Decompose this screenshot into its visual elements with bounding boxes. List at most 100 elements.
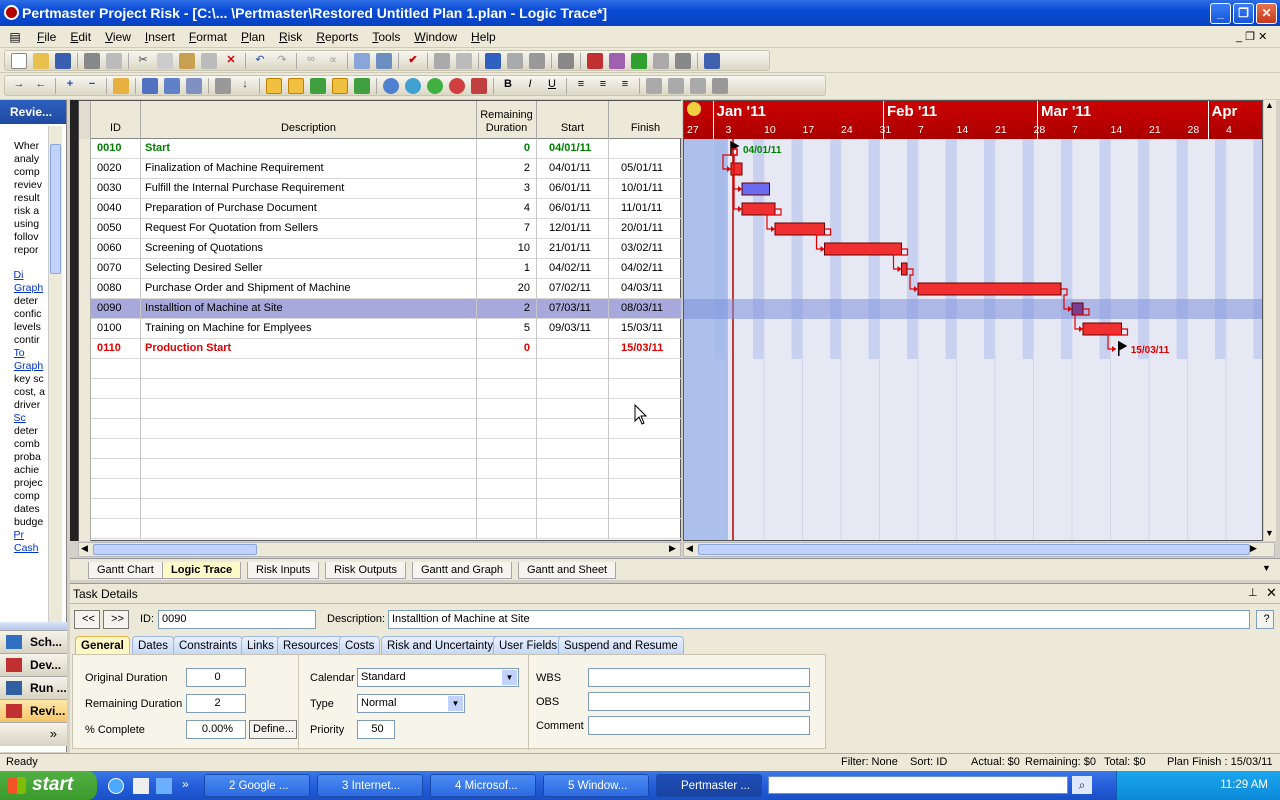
define-button[interactable]: Define...: [249, 720, 297, 739]
cell-desc[interactable]: Preparation of Purchase Document: [141, 199, 477, 219]
cell-id[interactable]: [91, 459, 141, 479]
percent-icon[interactable]: [529, 52, 545, 69]
cell-rem[interactable]: 2: [477, 159, 537, 179]
next-task-button[interactable]: >>: [103, 610, 129, 629]
cell-id[interactable]: [91, 439, 141, 459]
tab-constraints[interactable]: Constraints: [173, 636, 244, 654]
zoom-icon[interactable]: [383, 77, 399, 94]
cell-desc[interactable]: [141, 359, 477, 379]
cell-rem[interactable]: 10: [477, 239, 537, 259]
cell-id[interactable]: [91, 379, 141, 399]
cell-finish[interactable]: 15/03/11: [609, 319, 682, 339]
table-row[interactable]: [79, 499, 682, 519]
table-row[interactable]: 0040 Preparation of Purchase Document 4 06/…: [79, 199, 682, 219]
open-icon[interactable]: [33, 52, 49, 69]
cell-desc[interactable]: Selecting Desired Seller: [141, 259, 477, 279]
cell-id[interactable]: 0030: [91, 179, 141, 199]
gridlines-icon[interactable]: [668, 77, 684, 94]
minimize-button[interactable]: _: [1210, 3, 1231, 24]
tab-links[interactable]: Links: [241, 636, 280, 654]
table-row[interactable]: 0110 Production Start 0 15/03/11: [79, 339, 682, 359]
cell-desc[interactable]: [141, 419, 477, 439]
print-icon[interactable]: [84, 52, 100, 69]
ie-quicklaunch-icon[interactable]: [108, 778, 124, 794]
gantt-vscroll[interactable]: ▲ ▼: [1264, 100, 1276, 541]
grid-hscroll[interactable]: ◀ ▶: [78, 542, 681, 557]
cell-desc[interactable]: Finalization of Machine Requirement: [141, 159, 477, 179]
tab-risk-uncertainty[interactable]: Risk and Uncertainty: [381, 636, 500, 654]
cell-desc[interactable]: Production Start: [141, 339, 477, 359]
tool-icon[interactable]: [558, 52, 574, 69]
panel-scrollbar[interactable]: [48, 126, 62, 708]
comment-field[interactable]: [588, 716, 810, 735]
tab-gantt-chart[interactable]: Gantt Chart: [88, 562, 163, 579]
cell-id[interactable]: [91, 419, 141, 439]
expand-icon[interactable]: +: [62, 78, 78, 94]
goto-up-icon[interactable]: [427, 77, 443, 94]
timescale-options-icon[interactable]: [687, 102, 701, 116]
filter-dropdown-icon[interactable]: [142, 77, 158, 94]
new-icon[interactable]: [11, 52, 27, 69]
cell-desc[interactable]: [141, 439, 477, 459]
cell-start[interactable]: 07/03/11: [537, 299, 609, 319]
cell-start[interactable]: [537, 359, 609, 379]
filter-icon[interactable]: [164, 77, 180, 94]
options-icon[interactable]: [712, 77, 728, 94]
cell-finish[interactable]: [609, 499, 682, 519]
cell-desc[interactable]: Training on Machine for Emplyees: [141, 319, 477, 339]
prev-task-button[interactable]: <<: [74, 610, 100, 629]
distribution-graph-link[interactable]: Di: [14, 269, 23, 281]
underline-icon[interactable]: U: [544, 78, 560, 94]
cell-start[interactable]: 04/01/11: [537, 139, 609, 159]
cell-id[interactable]: 0020: [91, 159, 141, 179]
tab-gantt-and-sheet[interactable]: Gantt and Sheet: [518, 562, 617, 579]
menu-view[interactable]: View: [98, 30, 138, 44]
bar-style-icon[interactable]: [646, 77, 662, 94]
cell-rem[interactable]: 3: [477, 179, 537, 199]
cell-finish[interactable]: 04/02/11: [609, 259, 682, 279]
cell-id[interactable]: 0070: [91, 259, 141, 279]
table-row[interactable]: 0070 Selecting Desired Seller 1 04/02/11 04/…: [79, 259, 682, 279]
table-row[interactable]: [79, 359, 682, 379]
cell-desc[interactable]: [141, 519, 477, 539]
cell-rem[interactable]: [477, 519, 537, 539]
cell-start[interactable]: 06/01/11: [537, 199, 609, 219]
menu-risk[interactable]: Risk: [272, 30, 309, 44]
paste-icon[interactable]: [179, 52, 195, 69]
cell-start[interactable]: 06/01/11: [537, 179, 609, 199]
grid-splitter[interactable]: [70, 100, 78, 541]
col-start[interactable]: Start: [537, 101, 609, 139]
type-select[interactable]: Normal ▼: [357, 694, 465, 713]
trace-backward-icon[interactable]: [288, 77, 304, 94]
nav-splitter[interactable]: [0, 622, 67, 630]
taskbar-microsoft[interactable]: 4 Microsof...: [430, 774, 536, 797]
cell-start[interactable]: 07/02/11: [537, 279, 609, 299]
calendar-icon[interactable]: [354, 52, 370, 69]
link-icon[interactable]: ∞: [303, 53, 319, 69]
cell-rem[interactable]: [477, 379, 537, 399]
task-description-field[interactable]: Installtion of Machine at Site: [388, 610, 1250, 629]
taskbar-google[interactable]: 2 Google ...: [204, 774, 310, 797]
cell-finish[interactable]: [609, 379, 682, 399]
cell-rem[interactable]: 7: [477, 219, 537, 239]
quicklaunch-icon[interactable]: [156, 778, 172, 794]
tab-resources[interactable]: Resources: [277, 636, 344, 654]
goto-down-icon[interactable]: [405, 77, 421, 94]
cell-id[interactable]: [91, 359, 141, 379]
cell-id[interactable]: 0060: [91, 239, 141, 259]
cell-finish[interactable]: [609, 479, 682, 499]
curve-icon[interactable]: [609, 52, 625, 69]
distribution-icon[interactable]: [507, 52, 523, 69]
save-icon[interactable]: [55, 52, 71, 69]
trace-level-icon[interactable]: [354, 77, 370, 94]
percent-complete-field[interactable]: 0.00%: [186, 720, 246, 739]
cell-desc[interactable]: [141, 499, 477, 519]
cell-finish[interactable]: 20/01/11: [609, 219, 682, 239]
tornado-graph-link[interactable]: To: [14, 347, 25, 359]
stop-icon[interactable]: [449, 77, 465, 94]
table-row[interactable]: 0050 Request For Quotation from Sellers 7 1…: [79, 219, 682, 239]
quicklaunch-more-icon[interactable]: »: [182, 777, 189, 791]
cell-start[interactable]: [537, 339, 609, 359]
table-row[interactable]: 0100 Training on Machine for Emplyees 5 09/…: [79, 319, 682, 339]
cell-desc[interactable]: Start: [141, 139, 477, 159]
